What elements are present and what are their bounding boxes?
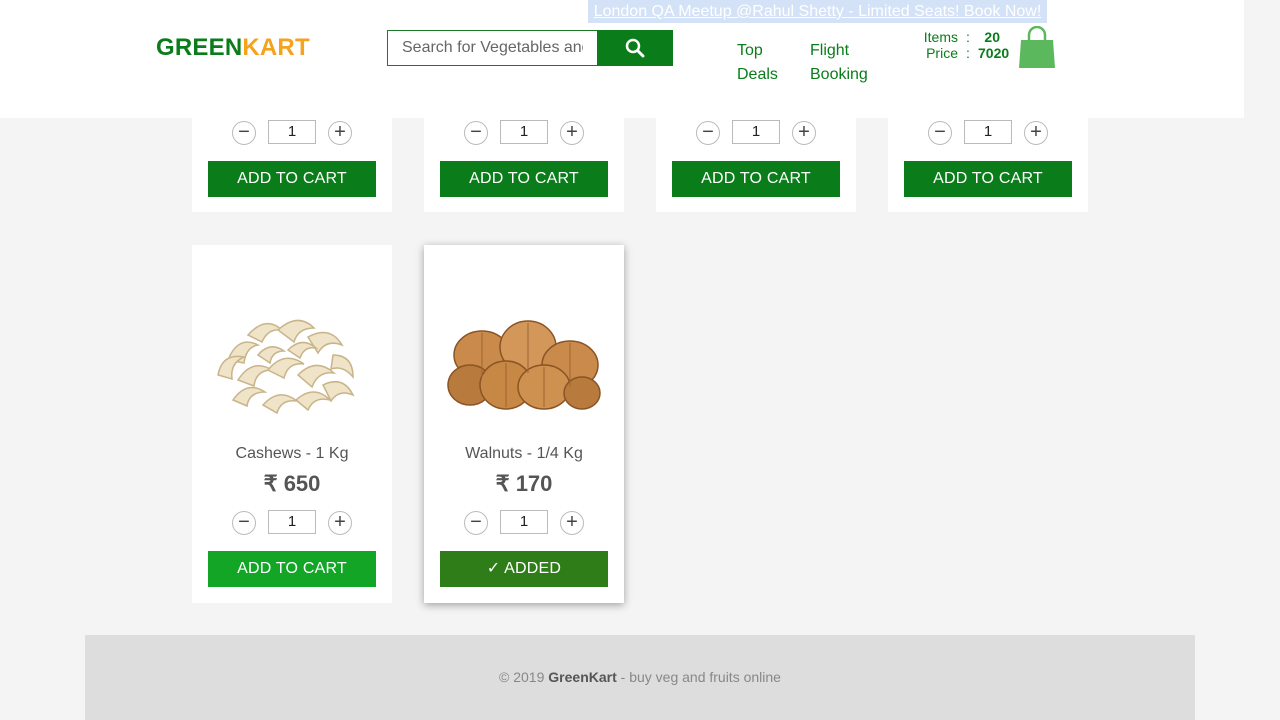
nav-top-deals[interactable]: Top Deals — [737, 39, 787, 87]
add-to-cart-button[interactable]: ADD TO CART — [904, 161, 1072, 197]
quantity-input[interactable]: 1 — [268, 510, 316, 534]
quantity-stepper: − 1 + — [464, 120, 584, 145]
add-to-cart-button[interactable]: ADD TO CART — [672, 161, 840, 197]
decrement-button[interactable]: − — [232, 121, 256, 145]
added-to-cart-button[interactable]: ✓ ADDED — [440, 551, 608, 587]
product-image-walnuts — [440, 275, 608, 425]
quantity-stepper: − 1 + — [696, 120, 816, 145]
quantity-input[interactable]: 1 — [500, 510, 548, 534]
decrement-button[interactable]: − — [232, 511, 256, 535]
increment-button[interactable]: + — [560, 511, 584, 535]
cart-bag-icon[interactable] — [1017, 25, 1057, 75]
quantity-stepper: − 1 + — [464, 510, 584, 535]
quantity-stepper: − 1 + — [232, 120, 352, 145]
cart-summary: Items : 20 Price : 7020 — [908, 29, 1010, 61]
cart-items-count: 20 — [984, 29, 1000, 45]
increment-button[interactable]: + — [792, 121, 816, 145]
brand-logo[interactable]: GREENKART — [156, 34, 310, 62]
add-to-cart-button[interactable]: ADD TO CART — [440, 161, 608, 197]
decrement-button[interactable]: − — [464, 511, 488, 535]
quantity-input[interactable]: 1 — [500, 120, 548, 144]
increment-button[interactable]: + — [560, 121, 584, 145]
product-name: Walnuts - 1/4 Kg — [465, 445, 583, 462]
product-image-cashews — [208, 275, 376, 425]
footer-tagline: - buy veg and fruits online — [616, 669, 781, 685]
increment-button[interactable]: + — [328, 121, 352, 145]
product-name: Cashews - 1 Kg — [235, 445, 349, 462]
cart-price-separator: : — [966, 45, 970, 61]
product-price: ₹ 650 — [263, 471, 321, 496]
decrement-button[interactable]: − — [696, 121, 720, 145]
search-bar — [387, 30, 673, 66]
decrement-button[interactable]: − — [464, 121, 488, 145]
quantity-input[interactable]: 1 — [964, 120, 1012, 144]
nav-flight-booking[interactable]: Flight Booking — [810, 39, 880, 87]
site-footer: © 2019 GreenKart - buy veg and fruits on… — [85, 635, 1195, 720]
search-input[interactable] — [387, 30, 597, 66]
cart-price-label: Price — [926, 45, 958, 61]
quantity-stepper: − 1 + — [928, 120, 1048, 145]
increment-button[interactable]: + — [1024, 121, 1048, 145]
brand-logo-green: GREEN — [156, 34, 243, 61]
quantity-stepper: − 1 + — [232, 510, 352, 535]
brand-logo-orange: KART — [242, 34, 310, 61]
quantity-input[interactable]: 1 — [268, 120, 316, 144]
product-card-walnuts: Walnuts - 1/4 Kg ₹ 170 − 1 + ✓ ADDED — [424, 245, 624, 603]
search-button[interactable] — [597, 30, 673, 66]
promo-banner-link[interactable]: London QA Meetup @Rahul Shetty - Limited… — [588, 0, 1047, 23]
cart-items-separator: : — [966, 29, 970, 45]
footer-brand: GreenKart — [548, 669, 617, 685]
product-card-cashews: Cashews - 1 Kg ₹ 650 − 1 + ADD TO CART — [192, 245, 392, 603]
site-header: London QA Meetup @Rahul Shetty - Limited… — [0, 0, 1244, 118]
search-icon — [625, 38, 645, 58]
quantity-input[interactable]: 1 — [732, 120, 780, 144]
increment-button[interactable]: + — [328, 511, 352, 535]
cart-items-label: Items — [923, 29, 958, 45]
add-to-cart-button[interactable]: ADD TO CART — [208, 161, 376, 197]
add-to-cart-button[interactable]: ADD TO CART — [208, 551, 376, 587]
product-price: ₹ 170 — [495, 471, 553, 496]
decrement-button[interactable]: − — [928, 121, 952, 145]
cart-price-value: 7020 — [978, 45, 1010, 61]
footer-copyright: © 2019 — [499, 669, 549, 685]
